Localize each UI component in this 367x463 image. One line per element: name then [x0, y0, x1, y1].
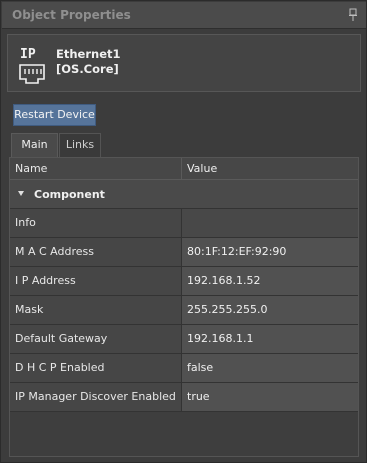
property-value[interactable]: false — [181, 354, 358, 382]
property-name: IP Manager Discover Enabled — [15, 390, 176, 403]
category-row-component[interactable]: Component — [10, 180, 358, 209]
tab-main[interactable]: Main — [11, 133, 58, 157]
property-name: D H C P Enabled — [15, 361, 105, 374]
category-label: Component — [34, 188, 105, 201]
column-header-name[interactable]: Name — [10, 158, 181, 180]
table-row[interactable]: D H C P Enabled false — [10, 354, 358, 383]
property-name: I P Address — [15, 274, 76, 287]
device-icon-text: IP — [20, 47, 36, 62]
panel-title: Object Properties — [12, 8, 131, 22]
tab-links[interactable]: Links — [59, 133, 101, 157]
panel-titlebar: Object Properties — [2, 2, 366, 29]
property-name: Info — [15, 216, 36, 229]
table-row[interactable]: IP Manager Discover Enabled true — [10, 383, 358, 412]
table-row[interactable]: I P Address 192.168.1.52 — [10, 267, 358, 296]
column-header-value[interactable]: Value — [181, 158, 358, 180]
property-value[interactable] — [181, 209, 358, 237]
grid-header: Name Value — [10, 158, 358, 180]
table-row[interactable]: Mask 255.255.255.0 — [10, 296, 358, 325]
collapse-arrow-icon[interactable] — [18, 191, 24, 196]
device-header: IP Ethernet1 [OS.Core] — [7, 34, 361, 92]
property-name: M A C Address — [15, 245, 94, 258]
pin-icon[interactable] — [348, 8, 358, 22]
property-value[interactable]: 192.168.1.52 — [181, 267, 358, 295]
property-value[interactable]: 80:1F:12:EF:92:90 — [181, 238, 358, 266]
property-value[interactable]: 192.168.1.1 — [181, 325, 358, 353]
device-title: Ethernet1 [OS.Core] — [56, 47, 121, 77]
property-name: Mask — [15, 303, 44, 316]
property-grid: Name Value Component Info M A C Address … — [9, 157, 359, 457]
object-properties-panel: Object Properties IP Ethernet1 [OS.Core]… — [0, 0, 367, 463]
restart-device-button[interactable]: Restart Device — [13, 104, 96, 126]
ethernet-port-icon: IP — [16, 45, 48, 85]
property-value[interactable]: true — [181, 383, 358, 411]
property-name: Default Gateway — [15, 332, 108, 345]
table-row[interactable]: Info — [10, 209, 358, 238]
property-value[interactable]: 255.255.255.0 — [181, 296, 358, 324]
device-subtitle: [OS.Core] — [56, 62, 119, 76]
device-name: Ethernet1 — [56, 47, 121, 61]
table-row[interactable]: Default Gateway 192.168.1.1 — [10, 325, 358, 354]
table-row[interactable]: M A C Address 80:1F:12:EF:92:90 — [10, 238, 358, 267]
